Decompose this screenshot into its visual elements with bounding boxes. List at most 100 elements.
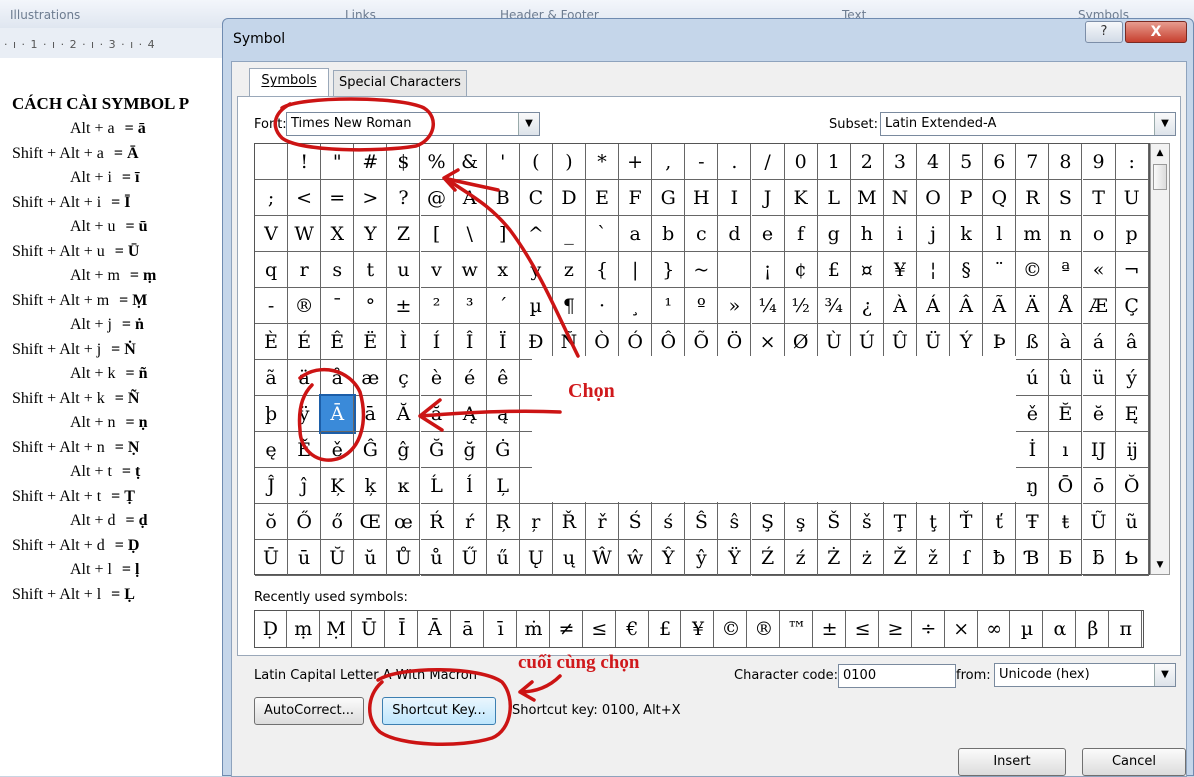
from-select[interactable]: Unicode (hex) ▼ [994, 663, 1176, 687]
recent-symbols-strip[interactable]: Ḍṃ Ṃ Ū Ī Āā ī ṁ ≠ ≤ € £ ¥ © ® ™ ± ≤ ≥ ÷ × ∞ µ α β π [254, 610, 1144, 648]
symbol-cell[interactable]: Ĳ [1082, 432, 1116, 468]
symbol-cell[interactable]: n [1049, 216, 1083, 252]
symbol-cell[interactable]: ĵ [288, 468, 322, 504]
symbol-cell[interactable]: N [883, 180, 917, 216]
symbol-cell[interactable]: _ [552, 216, 586, 252]
symbol-cell[interactable]: [ [420, 216, 454, 252]
symbol-cell[interactable]: ¸ [619, 288, 653, 324]
symbol-cell[interactable]: Ũ [1082, 504, 1116, 540]
symbol-cell[interactable]: Ţ [883, 504, 917, 540]
symbol-cell[interactable]: > [354, 180, 388, 216]
symbol-cell[interactable]: m [1016, 216, 1050, 252]
symbol-cell[interactable]: : [1115, 144, 1149, 180]
symbol-cell[interactable]: š [850, 504, 884, 540]
symbol-cell[interactable]: s [321, 252, 355, 288]
symbol-cell[interactable]: Ĵ [255, 468, 289, 504]
autocorrect-button[interactable]: AutoCorrect... [254, 697, 364, 725]
symbol-cell[interactable]: Û [883, 324, 917, 360]
recent-symbol-cell[interactable]: ≤ [847, 611, 879, 647]
symbol-cell[interactable]: ] [486, 216, 520, 252]
recent-symbol-cell[interactable]: α [1045, 611, 1077, 647]
symbol-cell[interactable]: à [1049, 324, 1083, 360]
symbol-cell[interactable]: Ù [817, 324, 851, 360]
recent-symbol-cell[interactable]: Ā [420, 611, 452, 647]
symbol-cell[interactable]: « [1082, 252, 1116, 288]
symbol-cell[interactable]: ă [420, 396, 454, 432]
recent-symbol-cell[interactable]: ∞ [979, 611, 1011, 647]
symbol-cell[interactable]: Ā [319, 394, 357, 434]
symbol-cell[interactable]: â [1115, 324, 1149, 360]
symbol-cell[interactable]: Ŕ [420, 504, 454, 540]
symbol-cell[interactable]: - [685, 144, 719, 180]
symbol-cell[interactable]: i [883, 216, 917, 252]
symbol-cell[interactable]: ĝ [387, 432, 421, 468]
symbol-cell[interactable]: ü [1082, 360, 1116, 396]
recent-symbol-cell[interactable]: ā [452, 611, 485, 647]
symbol-cell[interactable]: ŋ [1016, 468, 1050, 504]
symbol-cell[interactable]: Ō [1049, 468, 1083, 504]
symbol-cell[interactable]: E [586, 180, 620, 216]
symbol-cell[interactable]: § [950, 252, 984, 288]
symbol-cell[interactable]: Ÿ [718, 540, 752, 576]
document-page[interactable]: CÁCH CÀI SYMBOL P Alt + a = ā Shift + Alt … [0, 58, 230, 776]
symbol-cell[interactable]: Ê [321, 324, 355, 360]
symbol-cell[interactable]: 5 [950, 144, 984, 180]
symbol-cell[interactable]: X [321, 216, 355, 252]
symbol-cell[interactable]: Ɓ [1016, 540, 1050, 576]
symbol-cell[interactable]: ſ [950, 540, 984, 576]
symbol-cell[interactable]: æ [354, 360, 388, 396]
dialog-titlebar[interactable]: Symbol ? X [223, 19, 1193, 61]
symbol-cell[interactable]: ¶ [552, 288, 586, 324]
symbol-cell[interactable]: Y [354, 216, 388, 252]
scroll-thumb[interactable] [1153, 164, 1167, 190]
symbol-cell[interactable]: R [1016, 180, 1050, 216]
symbol-cell[interactable]: ß [1016, 324, 1050, 360]
recent-symbol-cell[interactable]: Ṃ [321, 611, 353, 647]
symbol-cell[interactable] [718, 252, 752, 288]
symbol-cell[interactable]: Õ [685, 324, 719, 360]
symbol-cell[interactable]: Ą [453, 396, 487, 432]
cancel-button[interactable]: Cancel [1082, 748, 1186, 776]
symbol-cell[interactable]: < [288, 180, 322, 216]
symbol-cell[interactable]: ! [288, 144, 322, 180]
symbol-cell[interactable]: Q [983, 180, 1017, 216]
symbol-cell[interactable]: å [321, 360, 355, 396]
symbol-cell[interactable]: " [321, 144, 355, 180]
symbol-cell[interactable]: ¢ [784, 252, 818, 288]
symbol-cell[interactable]: Ý [950, 324, 984, 360]
recent-symbol-cell[interactable]: β [1078, 611, 1110, 647]
symbol-cell[interactable]: ķ [354, 468, 388, 504]
recent-symbol-cell[interactable]: ṃ [288, 611, 320, 647]
symbol-cell[interactable]: 6 [983, 144, 1017, 180]
symbol-cell[interactable]: Ĝ [354, 432, 388, 468]
symbol-cell[interactable]: Ő [288, 504, 322, 540]
symbol-cell[interactable]: ª [1049, 252, 1083, 288]
symbol-cell[interactable]: Z [387, 216, 421, 252]
symbol-cell[interactable]: © [1016, 252, 1050, 288]
grid-scrollbar[interactable]: ▲ ▼ [1150, 143, 1170, 575]
symbol-cell[interactable]: ¯ [321, 288, 355, 324]
symbol-cell[interactable]: ¼ [751, 288, 785, 324]
symbol-cell[interactable]: Ă [387, 396, 421, 432]
symbol-cell[interactable]: | [619, 252, 653, 288]
symbol-cell[interactable]: è [420, 360, 454, 396]
symbol-cell[interactable]: Ġ [486, 432, 520, 468]
symbol-cell[interactable]: ę [255, 432, 289, 468]
recent-symbol-cell[interactable]: µ [1012, 611, 1044, 647]
symbol-cell[interactable]: Ã [983, 288, 1017, 324]
symbol-cell[interactable]: Ö [718, 324, 752, 360]
recent-symbol-cell[interactable]: € [617, 611, 649, 647]
symbol-cell[interactable]: V [255, 216, 289, 252]
symbol-cell[interactable]: £ [817, 252, 851, 288]
symbol-cell[interactable]: Ş [751, 504, 785, 540]
symbol-cell[interactable]: Ð [519, 324, 553, 360]
symbol-cell[interactable]: Ï [486, 324, 520, 360]
recent-symbol-cell[interactable]: © [716, 611, 748, 647]
symbol-cell[interactable]: # [354, 144, 388, 180]
symbol-cell[interactable]: ĕ [1082, 396, 1116, 432]
symbol-cell[interactable]: ^ [519, 216, 553, 252]
symbol-cell[interactable]: ´ [486, 288, 520, 324]
symbol-cell[interactable]: ÿ [288, 396, 322, 432]
symbol-cell[interactable]: 9 [1082, 144, 1116, 180]
symbol-cell[interactable]: Ĺ [420, 468, 454, 504]
